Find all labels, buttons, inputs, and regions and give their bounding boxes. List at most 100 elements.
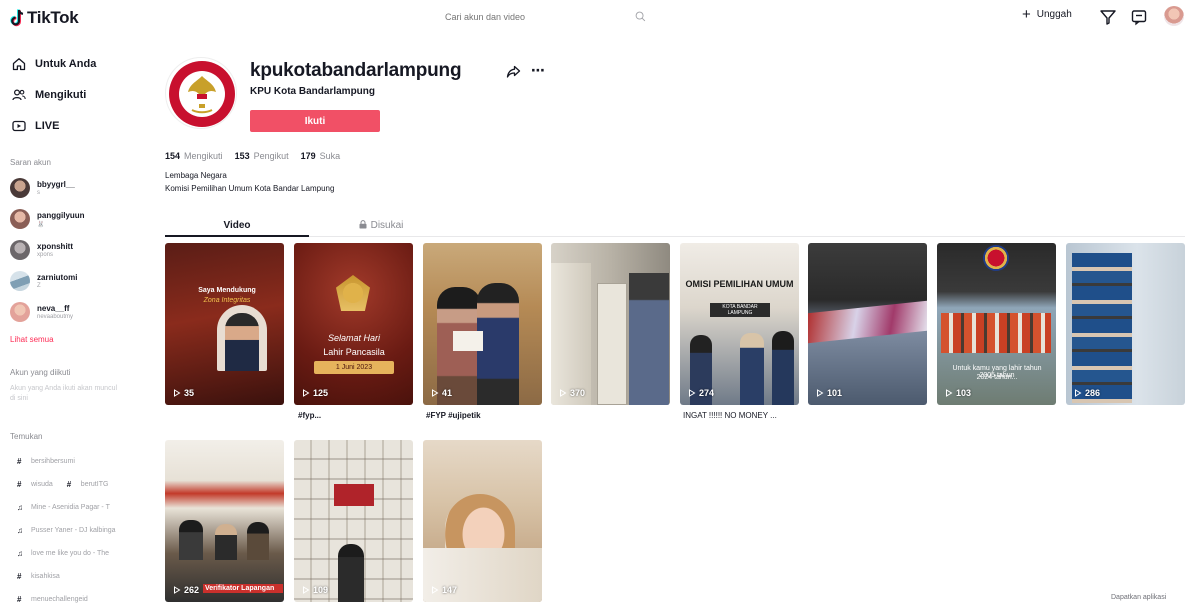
stat-following[interactable]: 154 Mengikuti xyxy=(165,151,223,161)
discover-item[interactable]: # bersihbersumi xyxy=(17,457,75,466)
account-subtitle: nevaaboutmy xyxy=(37,314,74,320)
discover-item[interactable]: ♫ Pusser Yaner - DJ kalbinga xyxy=(17,526,116,535)
search-input[interactable] xyxy=(445,12,635,22)
user-avatar[interactable] xyxy=(1164,6,1184,26)
video-caption[interactable]: #fyp... xyxy=(298,411,321,420)
lock-icon xyxy=(359,220,367,229)
tab-liked[interactable]: Disukai xyxy=(309,220,453,231)
play-icon xyxy=(432,586,439,594)
account-subtitle: Z xyxy=(37,283,41,289)
inbox-filter-icon[interactable] xyxy=(1099,8,1117,26)
view-count: 109 xyxy=(302,585,328,595)
kpu-logo xyxy=(169,61,235,127)
video-caption[interactable]: #FYP #ujipetik xyxy=(426,411,481,420)
view-count: 286 xyxy=(1074,388,1100,398)
tiktok-logo[interactable]: TikTok xyxy=(10,8,79,28)
profile-display-name: KPU Kota Bandarlampung xyxy=(250,86,376,97)
suggested-account[interactable]: panggilyuun 🐰 xyxy=(10,209,85,229)
view-count-value: 262 xyxy=(184,585,200,595)
profile-avatar[interactable] xyxy=(165,57,237,129)
upload-label: Unggah xyxy=(1036,9,1072,20)
view-count: 35 xyxy=(173,388,194,398)
suggested-account[interactable]: zarniutomi Z xyxy=(10,271,77,291)
home-icon xyxy=(12,58,26,71)
discover-item[interactable]: # kisahkisa xyxy=(17,572,60,581)
discover-item[interactable]: # menuechallengeid xyxy=(17,595,88,604)
view-count-value: 286 xyxy=(1085,388,1101,398)
stat-likes: 179 Suka xyxy=(301,151,341,161)
more-options-icon[interactable]: ⋯ xyxy=(531,62,546,79)
account-name: bbyygrl__ xyxy=(37,180,75,189)
video-card[interactable]: OMISI PEMILIHAN UMUM KOTA BANDAR LAMPUNG… xyxy=(680,243,799,405)
discover-item[interactable]: ♫ love me like you do - The xyxy=(17,549,109,558)
discover-item[interactable]: ♫ Mine - Asenidia Pagar - T xyxy=(17,503,110,512)
video-overlay-text: Selamat Hari xyxy=(327,333,381,343)
following-accounts-heading: Akun yang diikuti xyxy=(10,368,71,377)
discover-item[interactable]: # wisuda # berutITG xyxy=(17,480,108,489)
view-count: 262 xyxy=(173,585,199,595)
share-icon[interactable] xyxy=(506,64,521,79)
play-icon xyxy=(1075,389,1082,397)
view-count-value: 370 xyxy=(570,388,586,398)
account-name: neva__ff xyxy=(37,304,70,313)
hashtag-icon: # xyxy=(17,572,22,581)
nav-label: Mengikuti xyxy=(35,89,87,101)
stat-label: Mengikuti xyxy=(184,151,223,161)
music-note-icon: ♫ xyxy=(17,549,23,558)
stat-value: 154 xyxy=(165,151,181,161)
following-hint: Akun yang Anda ikuti akan muncul di sini xyxy=(10,385,118,402)
message-icon[interactable] xyxy=(1130,8,1148,26)
account-name: xponshitt xyxy=(37,242,73,251)
nav-item-for-you[interactable]: Untuk Anda xyxy=(12,57,96,71)
video-card[interactable]: 286 xyxy=(1066,243,1185,405)
nav-item-live[interactable]: LIVE xyxy=(12,119,59,133)
get-app-link[interactable]: Dapatkan aplikasi xyxy=(1111,594,1166,601)
video-card[interactable]: Untuk kamu yang lahir tahun 2005 tahun 2… xyxy=(937,243,1056,405)
video-card[interactable]: 109 xyxy=(294,440,413,602)
nav-item-following[interactable]: Mengikuti xyxy=(12,88,86,102)
video-caption[interactable]: INGAT !!!!!! NO MONEY ... xyxy=(683,411,777,420)
video-overlay-text: KOTA BANDAR LAMPUNG xyxy=(710,303,770,317)
nav-label: LIVE xyxy=(35,120,60,132)
discover-label: love me like you do - The xyxy=(31,550,110,557)
video-card[interactable]: 41 xyxy=(423,243,542,405)
search-bar[interactable] xyxy=(423,6,656,28)
view-count: 101 xyxy=(816,388,842,398)
video-card[interactable]: 147 xyxy=(423,440,542,602)
hashtag-icon: # xyxy=(17,595,22,604)
sidebar: Untuk Anda Mengikuti LIVE Saran akun bby… xyxy=(0,38,150,606)
profile-stats: 154 Mengikuti 153 Pengikut 179 Suka xyxy=(165,151,340,161)
top-bar: TikTok + Unggah xyxy=(0,0,1195,38)
avatar xyxy=(10,302,30,322)
account-subtitle: s xyxy=(37,190,40,196)
nav-label: Untuk Anda xyxy=(35,58,97,70)
tab-video[interactable]: Video xyxy=(165,220,309,231)
logo-text: TikTok xyxy=(27,8,79,27)
stat-label: Pengikut xyxy=(253,151,289,161)
see-all-link[interactable]: Lihat semua xyxy=(10,335,54,344)
tab-divider xyxy=(165,236,1185,237)
follow-button[interactable]: Ikuti xyxy=(250,110,380,132)
suggested-account[interactable]: neva__ff nevaaboutmy xyxy=(10,302,73,322)
discover-label: bersihbersumi xyxy=(31,458,75,465)
suggested-accounts-heading: Saran akun xyxy=(10,158,51,167)
play-icon xyxy=(432,389,439,397)
play-icon xyxy=(689,389,696,397)
suggested-account[interactable]: xponshitt xpons xyxy=(10,240,73,260)
video-card[interactable]: 370 xyxy=(551,243,670,405)
video-card[interactable]: 101 xyxy=(808,243,927,405)
video-card[interactable]: Selamat Hari Lahir Pancasila 1 Juni 2023… xyxy=(294,243,413,405)
discover-label: kisahkisa xyxy=(31,573,60,580)
view-count-value: 103 xyxy=(956,388,972,398)
video-card[interactable]: Saya Mendukung Zona Integritas 35 xyxy=(165,243,284,405)
play-icon xyxy=(946,389,953,397)
video-card[interactable]: Verifikator Lapangan 262 xyxy=(165,440,284,602)
search-icon[interactable] xyxy=(635,11,646,22)
video-overlay-text: OMISI PEMILIHAN UMUM xyxy=(685,279,794,289)
tab-liked-label: Disukai xyxy=(370,220,404,231)
stat-followers[interactable]: 153 Pengikut xyxy=(235,151,289,161)
upload-button[interactable]: + Unggah xyxy=(1022,7,1072,22)
play-icon xyxy=(174,389,181,397)
suggested-account[interactable]: bbyygrl__ s xyxy=(10,178,75,198)
video-overlay-text: 1 Juni 2023 xyxy=(314,361,394,374)
